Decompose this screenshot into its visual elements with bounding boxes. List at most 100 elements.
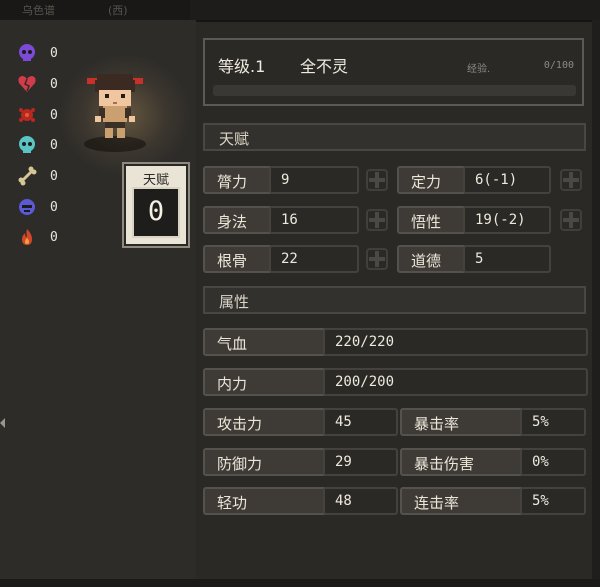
stat-value-box: 45	[323, 408, 398, 436]
stat-value: 6(-1)	[475, 172, 518, 188]
purple-skull-icon	[19, 44, 35, 61]
bone-icon	[18, 166, 37, 186]
talent-points-box: 0	[132, 187, 180, 238]
stat-value: 22	[281, 251, 298, 267]
status-effect-row: 0	[17, 73, 58, 95]
stat-value-box: 5	[463, 245, 551, 273]
stat-label: 身法	[217, 213, 248, 231]
top-bar: 乌色谱 (西)	[0, 0, 600, 22]
stat-value-box: 9	[269, 166, 359, 194]
stat-value: 16	[281, 212, 298, 228]
stat-value-box: 19(-2)	[463, 206, 551, 234]
top-tab-label-2[interactable]: (西)	[108, 2, 128, 18]
talent-points-value: 0	[147, 196, 165, 227]
stat-label-box: 道德	[397, 245, 467, 273]
stat-label-box: 暴击伤害	[400, 448, 524, 476]
stat-value-box: 200/200	[323, 368, 588, 396]
stat-label-box: 暴击率	[400, 408, 524, 436]
status-value: 0	[50, 137, 58, 153]
stat-label: 气血	[217, 335, 248, 353]
talent-section-header: 天赋	[203, 123, 586, 151]
stat-label: 连击率	[414, 494, 460, 512]
stat-label-box: 悟性	[397, 206, 467, 234]
scroll-edge	[592, 20, 600, 579]
stat-label: 内力	[217, 375, 248, 393]
add-focus-button[interactable]	[560, 169, 582, 191]
status-value: 0	[50, 168, 58, 184]
stat-label: 悟性	[411, 213, 442, 231]
collapse-arrow-icon[interactable]	[0, 416, 6, 430]
stat-label-box: 防御力	[203, 448, 327, 476]
level-panel: 等级.1 全不灵 经验. 0/100	[203, 38, 584, 106]
stat-value-box: 6(-1)	[463, 166, 551, 194]
stat-value: 220/220	[335, 334, 395, 350]
status-effect-row: 0	[17, 196, 58, 218]
stat-label-box: 身法	[203, 206, 273, 234]
stat-label-box: 气血	[203, 328, 327, 356]
stat-label: 膂力	[217, 173, 248, 191]
status-effect-row: 0	[17, 226, 58, 248]
blue-face-icon	[19, 199, 35, 215]
stat-value: 5%	[532, 493, 549, 509]
exp-bar	[213, 85, 576, 96]
stat-label-box: 攻击力	[203, 408, 327, 436]
stat-value-box: 5%	[520, 408, 586, 436]
exp-label: 经验.	[467, 64, 491, 75]
stat-value-box: 0%	[520, 448, 586, 476]
status-value: 0	[50, 45, 58, 61]
bottom-bar	[0, 579, 600, 587]
stat-label: 暴击率	[414, 415, 460, 433]
stat-value: 9	[281, 172, 290, 188]
stat-value: 5	[475, 251, 484, 267]
character-name: 全不灵	[300, 57, 349, 76]
stat-value-box: 220/220	[323, 328, 588, 356]
exp-value: 0/100	[543, 60, 574, 71]
stat-label: 根骨	[217, 252, 248, 270]
status-value: 0	[50, 199, 58, 215]
status-value: 0	[50, 76, 58, 92]
stat-value-box: 22	[269, 245, 359, 273]
talent-section-title: 天赋	[219, 130, 250, 148]
stat-label-box: 连击率	[400, 487, 524, 515]
stat-label-box: 根骨	[203, 245, 273, 273]
stat-label: 暴击伤害	[414, 455, 475, 473]
stat-label-box: 内力	[203, 368, 327, 396]
character-sprite[interactable]	[83, 70, 147, 146]
stat-value-box: 16	[269, 206, 359, 234]
status-effect-row: 0	[17, 165, 58, 187]
attribute-section-header: 属性	[203, 286, 586, 314]
stat-value: 45	[335, 414, 352, 430]
stat-label-box: 膂力	[203, 166, 273, 194]
stat-value: 19(-2)	[475, 212, 526, 228]
talent-points-badge: 天赋 0	[124, 164, 188, 246]
stat-label: 攻击力	[217, 415, 263, 433]
stat-value: 48	[335, 493, 352, 509]
status-effect-row: 0	[17, 104, 58, 126]
stat-value: 29	[335, 454, 352, 470]
add-constitution-button[interactable]	[366, 248, 388, 270]
cyan-skull-icon	[19, 136, 35, 153]
top-tab-label[interactable]: 乌色谱	[22, 2, 55, 18]
talent-points-label: 天赋	[142, 173, 169, 188]
flame-icon	[22, 229, 32, 245]
stat-value-box: 48	[323, 487, 398, 515]
stat-label: 轻功	[217, 494, 248, 512]
broken-heart-icon	[18, 76, 36, 92]
stat-label: 定力	[411, 173, 442, 191]
stat-label-box: 定力	[397, 166, 467, 194]
stat-value-box: 5%	[520, 487, 586, 515]
red-blot-icon	[19, 108, 35, 122]
status-value: 0	[50, 229, 58, 245]
stat-label-box: 轻功	[203, 487, 327, 515]
stat-label: 防御力	[217, 455, 263, 473]
status-effect-row: 0	[17, 42, 58, 64]
attribute-section-title: 属性	[219, 293, 250, 311]
level-title: 等级.1	[218, 57, 266, 76]
stat-value: 200/200	[335, 374, 395, 390]
stat-label: 道德	[411, 252, 442, 270]
add-strength-button[interactable]	[366, 169, 388, 191]
add-agility-button[interactable]	[366, 209, 388, 231]
stat-value-box: 29	[323, 448, 398, 476]
add-comprehension-button[interactable]	[560, 209, 582, 231]
status-effect-row: 0	[17, 134, 58, 156]
